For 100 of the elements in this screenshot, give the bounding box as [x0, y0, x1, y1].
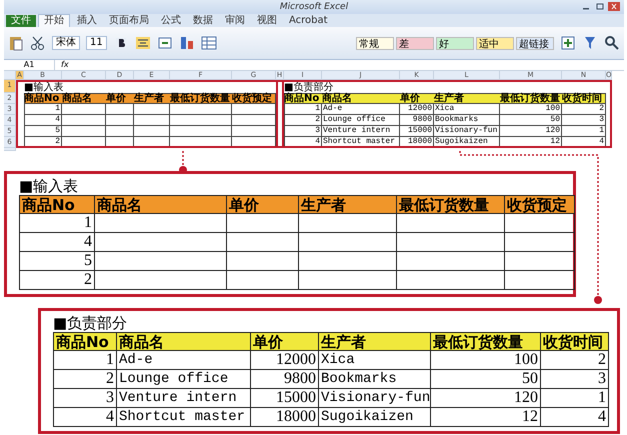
table-cell: 2	[562, 104, 606, 115]
table-cell	[232, 115, 276, 126]
align-center-icon[interactable]	[134, 35, 151, 51]
table-cell: 2	[53, 370, 117, 389]
table-cell: 50	[500, 115, 562, 126]
table-cell: 50	[431, 370, 541, 389]
function-label: fx	[61, 60, 69, 70]
table-cell: Bookmarks	[434, 115, 500, 126]
cell-style-swatch[interactable]: 好	[436, 36, 474, 50]
column-heading: 商品No	[53, 332, 117, 351]
cell-style-swatch[interactable]: 常规	[356, 36, 394, 50]
font-field[interactable]: 宋体	[52, 36, 80, 50]
table-cell: 4	[19, 233, 95, 252]
scissors-icon[interactable]	[30, 35, 46, 51]
column-heading: 商品No	[19, 195, 95, 214]
table-cell: 9800	[400, 115, 434, 126]
table-cell: 1	[53, 351, 117, 370]
find-icon[interactable]	[604, 35, 620, 51]
table-cell: Visionary-fun	[434, 126, 500, 137]
table-cell: Ad-e	[322, 104, 400, 115]
table-cell: 18000	[400, 137, 434, 148]
table-cell	[170, 115, 232, 126]
table-cell: Visionary-fun	[319, 389, 431, 408]
table-title: ■输入表	[19, 176, 80, 196]
paste-icon[interactable]	[8, 35, 24, 51]
table-cell: Shortcut master	[117, 408, 251, 427]
table-cell: 5	[24, 126, 62, 137]
column-heading: 商品名	[62, 93, 93, 104]
ribbon-tab[interactable]: 开始	[38, 14, 70, 27]
table-cell: 3	[541, 370, 609, 389]
column-heading: 最低订货数量	[500, 93, 561, 104]
ribbon-tab[interactable]: 页面布局	[104, 15, 154, 27]
table-cell	[505, 271, 575, 290]
table-cell: 15000	[400, 126, 434, 137]
table-cell: 2	[284, 115, 322, 126]
cell-style-swatch[interactable]: 超链接	[516, 36, 554, 50]
table-cell	[505, 214, 575, 233]
column-heading: 收货预定	[232, 93, 273, 104]
table-cell: 1	[24, 104, 62, 115]
table-cell: 1	[562, 126, 606, 137]
column-heading: 生产者	[134, 93, 165, 104]
ribbon-tab[interactable]: 视图	[252, 15, 282, 27]
table-cell: 12000	[400, 104, 434, 115]
table-format-icon[interactable]	[200, 35, 217, 51]
table-cell: 1	[284, 104, 322, 115]
table-title: ■负责部分	[53, 313, 128, 333]
column-heading: 商品名	[117, 332, 251, 351]
column-heading: 生产者	[299, 195, 397, 214]
table-cell	[505, 252, 575, 271]
table-cell	[232, 104, 276, 115]
table-cell: 2	[541, 351, 609, 370]
table-title: ■负责部分	[284, 81, 334, 93]
table-cell: Lounge office	[117, 370, 251, 389]
table-cell: 9800	[251, 370, 319, 389]
cell-style-swatch[interactable]: 差	[396, 36, 434, 50]
table-cell: 120	[431, 389, 541, 408]
column-heading: 商品名	[322, 93, 353, 104]
name-box[interactable]: A1	[4, 60, 55, 70]
table-cell: 4	[53, 408, 117, 427]
table-cell: 4	[541, 408, 609, 427]
ribbon-tab[interactable]: 公式	[156, 15, 186, 27]
table-cell	[62, 104, 106, 115]
table-cell	[227, 271, 299, 290]
ribbon-tab[interactable]: 审阅	[220, 15, 250, 27]
table-cell: 15000	[251, 389, 319, 408]
close-icon[interactable]	[608, 2, 620, 11]
table-cell: 12	[500, 137, 562, 148]
table-cell	[170, 104, 232, 115]
table-cell: Xica	[319, 351, 431, 370]
table-cell	[134, 126, 170, 137]
table-cell	[106, 126, 134, 137]
table-cell	[505, 233, 575, 252]
table-cell: Xica	[434, 104, 500, 115]
table-cell: 1	[19, 214, 95, 233]
conditional-format-icon[interactable]	[178, 35, 195, 51]
window-title: Microsoft Excel	[280, 2, 348, 12]
column-heading: 单价	[251, 332, 319, 351]
font-size-field[interactable]: 11	[86, 36, 107, 50]
column-heading: 生产者	[434, 93, 465, 104]
column-heading: 商品名	[95, 195, 227, 214]
table-cell	[170, 126, 232, 137]
table-cell: 2	[19, 271, 95, 290]
ribbon-tab[interactable]: 文件	[6, 15, 36, 27]
table-cell: 3	[53, 389, 117, 408]
insert-cells-icon[interactable]	[560, 35, 576, 51]
ribbon-tab[interactable]: 数据	[188, 15, 218, 27]
table-cell: 12000	[251, 351, 319, 370]
ribbon-tab[interactable]: 插入	[72, 15, 102, 27]
maximize-icon[interactable]	[594, 2, 606, 11]
merge-cells-icon[interactable]	[156, 35, 173, 51]
table-cell	[232, 126, 276, 137]
table-cell	[62, 126, 106, 137]
ribbon-tab[interactable]: Acrobat	[284, 15, 333, 27]
table-cell	[106, 115, 134, 126]
cell-style-swatch[interactable]: 适中	[476, 36, 514, 50]
table-cell	[134, 104, 170, 115]
table-cell	[134, 115, 170, 126]
column-heading: 最低订货数量	[397, 195, 505, 214]
sort-filter-icon[interactable]	[582, 35, 598, 51]
table-cell	[62, 115, 106, 126]
